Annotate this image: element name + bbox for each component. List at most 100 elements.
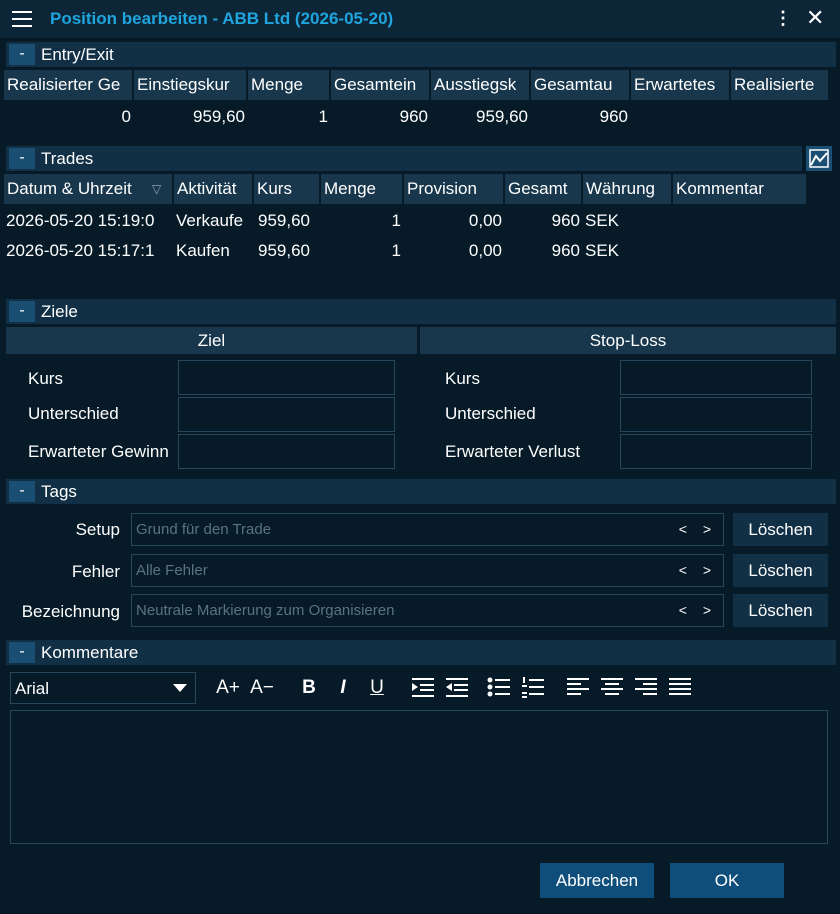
collapse-trades-button[interactable]: -	[9, 148, 35, 169]
column-header[interactable]: Realisierte	[731, 70, 830, 100]
cell: 960	[399, 107, 428, 126]
align-justify-icon[interactable]	[668, 676, 692, 698]
cell: 959,60	[193, 107, 245, 126]
cycle-arrows-icon[interactable]: < >	[679, 602, 717, 618]
cell: 1	[318, 107, 328, 126]
font-select-value: Arial	[15, 679, 50, 698]
cycle-arrows-icon[interactable]: < >	[679, 562, 717, 578]
font-select[interactable]: Arial	[10, 672, 196, 704]
fehler-placeholder: Alle Fehler	[136, 562, 208, 579]
stop-kurs-input[interactable]	[620, 360, 812, 395]
column-header[interactable]: Realisierter Ge	[4, 70, 134, 100]
cancel-button[interactable]: Abbrechen	[540, 863, 654, 898]
ziel-kurs-input[interactable]	[178, 360, 395, 395]
bold-icon[interactable]: B	[297, 676, 321, 700]
stop-kurs-label: Kurs	[445, 369, 480, 388]
collapse-ziele-button[interactable]: -	[9, 301, 35, 322]
section-title: Tags	[41, 482, 77, 501]
column-header-date[interactable]: Datum & Uhrzeit ▽	[4, 174, 174, 204]
cell: Kaufen	[176, 241, 230, 260]
fehler-clear-button[interactable]: Löschen	[733, 554, 828, 587]
cell: 1	[391, 241, 401, 260]
collapse-entry-exit-button[interactable]: -	[9, 44, 35, 65]
column-header[interactable]: Gesamt	[505, 174, 583, 204]
ziel-unterschied-input[interactable]	[178, 397, 395, 432]
cell: SEK	[585, 211, 620, 230]
cell: 0,00	[468, 241, 502, 260]
cell: 959,60	[258, 241, 310, 260]
align-left-icon[interactable]	[566, 676, 590, 698]
cell: 1	[391, 211, 401, 230]
cell: 0	[121, 107, 131, 126]
window-title: Position bearbeiten - ABB Ltd (2026-05-2…	[50, 9, 394, 28]
stop-unterschied-label: Unterschied	[445, 404, 536, 423]
italic-icon[interactable]: I	[331, 676, 355, 700]
column-header[interactable]: Einstiegskur	[134, 70, 248, 100]
setup-clear-button[interactable]: Löschen	[733, 513, 828, 546]
ziel-kurs-label: Kurs	[28, 369, 63, 388]
ziel-unterschied-label: Unterschied	[28, 404, 119, 423]
stop-unterschied-input[interactable]	[620, 397, 812, 432]
column-header[interactable]: Ausstiegsk	[431, 70, 531, 100]
erwarteter-gewinn-label: Erwarteter Gewinn	[28, 442, 169, 461]
bezeichnung-placeholder: Neutrale Markierung zum Organisieren	[136, 602, 395, 619]
entry-exit-row[interactable]: 0 959,60 1 960 959,60 960	[4, 102, 830, 132]
align-right-icon[interactable]	[634, 676, 658, 698]
underline-icon[interactable]: U	[365, 676, 389, 700]
section-entry-exit: - Entry/Exit	[6, 42, 836, 67]
column-header[interactable]: Erwartetes	[631, 70, 731, 100]
fehler-input[interactable]: Alle Fehler < >	[131, 554, 724, 587]
cell: 959,60	[476, 107, 528, 126]
erwarteter-verlust-label: Erwarteter Verlust	[445, 442, 581, 461]
font-increase-icon[interactable]: A+	[212, 676, 244, 700]
bullet-list-icon[interactable]	[486, 676, 512, 698]
erwarteter-verlust-input[interactable]	[620, 434, 812, 469]
sort-icon[interactable]: ▽	[152, 174, 161, 204]
bezeichnung-clear-button[interactable]: Löschen	[733, 594, 828, 627]
cycle-arrows-icon[interactable]: < >	[679, 521, 717, 537]
chevron-down-icon	[173, 684, 187, 692]
column-header[interactable]: Gesamtau	[531, 70, 631, 100]
column-header[interactable]: Gesamtein	[331, 70, 431, 100]
column-header[interactable]: Kurs	[254, 174, 321, 204]
menu-icon[interactable]	[12, 11, 32, 27]
indent-icon[interactable]	[410, 676, 436, 698]
trades-header: Datum & Uhrzeit ▽ Aktivität Kurs Menge P…	[4, 174, 808, 204]
trade-row[interactable]: 2026-05-20 15:19:0 Verkaufe 959,60 1 0,0…	[4, 206, 808, 236]
ok-button[interactable]: OK	[670, 863, 784, 898]
bezeichnung-label: Bezeichnung	[21, 602, 120, 621]
column-header[interactable]: Aktivität	[174, 174, 254, 204]
cell: SEK	[585, 241, 620, 260]
chart-icon[interactable]	[806, 146, 832, 171]
close-icon[interactable]: ✕	[806, 7, 824, 29]
numbered-list-icon[interactable]	[520, 676, 546, 698]
font-decrease-icon[interactable]: A−	[246, 676, 278, 700]
outdent-icon[interactable]	[444, 676, 470, 698]
erwarteter-gewinn-input[interactable]	[178, 434, 395, 469]
setup-placeholder: Grund für den Trade	[136, 521, 272, 538]
column-header[interactable]: Menge	[248, 70, 331, 100]
trade-row[interactable]: 2026-05-20 15:17:1 Kaufen 959,60 1 0,00 …	[4, 236, 808, 266]
ziel-header: Ziel	[6, 327, 417, 354]
column-header[interactable]: Währung	[583, 174, 673, 204]
section-ziele: - Ziele	[6, 299, 836, 324]
cell: 959,60	[258, 211, 310, 230]
bezeichnung-input[interactable]: Neutrale Markierung zum Organisieren < >	[131, 594, 724, 627]
more-options-icon[interactable]: ⋮	[774, 9, 792, 27]
cell: 2026-05-20 15:17:1	[6, 241, 155, 260]
setup-input[interactable]: Grund für den Trade < >	[131, 513, 724, 546]
comment-editor[interactable]	[10, 710, 828, 844]
fehler-label: Fehler	[71, 562, 120, 581]
column-header[interactable]: Provision	[404, 174, 505, 204]
stop-loss-header: Stop-Loss	[420, 327, 836, 354]
collapse-tags-button[interactable]: -	[9, 481, 35, 502]
cell: 960	[551, 241, 580, 260]
collapse-kommentare-button[interactable]: -	[9, 642, 35, 663]
column-header[interactable]: Menge	[321, 174, 404, 204]
cell: Verkaufe	[176, 211, 244, 230]
cell: 0,00	[468, 211, 502, 230]
align-center-icon[interactable]	[600, 676, 624, 698]
setup-label: Setup	[75, 520, 120, 539]
section-trades: - Trades	[6, 146, 802, 171]
column-header[interactable]: Kommentar	[673, 174, 808, 204]
